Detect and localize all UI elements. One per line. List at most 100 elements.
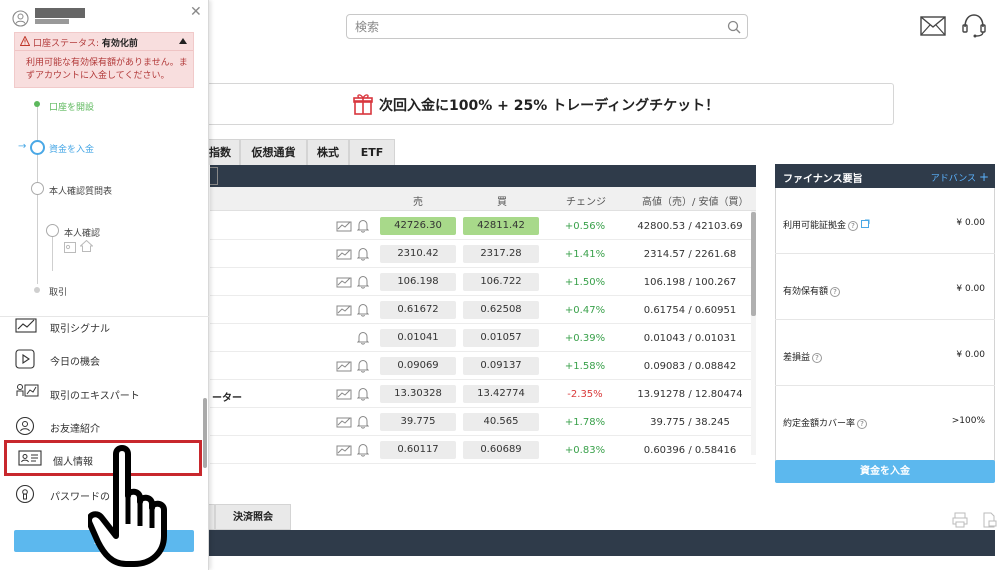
menu-referral[interactable]: お友達紹介 (0, 410, 200, 442)
chart-icon[interactable] (336, 388, 352, 403)
promo-banner[interactable]: 次回入金に100% + 25% トレーディングチケット！ (192, 83, 894, 125)
bell-icon[interactable] (356, 219, 370, 236)
sidebar-scrollbar[interactable] (203, 398, 207, 468)
high-low-value: 39.775 / 38.245 (650, 417, 730, 428)
table-row[interactable]: 0.09069 0.09137 +1.58% 0.09083 / 0.08842 (210, 352, 756, 380)
user-avatar-icon[interactable] (12, 10, 29, 31)
tab-label: 株式 (317, 146, 339, 159)
sell-price-button[interactable]: 42726.30 (380, 217, 456, 235)
bell-icon[interactable] (356, 331, 370, 348)
step-trade[interactable]: 取引 (49, 285, 67, 298)
account-status-alert: 口座ステータス: 有効化前 利用可能な有効保有額がありません。まずアカウントに入… (14, 32, 194, 88)
menu-today-opportunity[interactable]: 今日の機会 (0, 343, 200, 375)
step-open-account[interactable]: 口座を開設 (49, 100, 94, 113)
table-row[interactable]: 0.01041 0.01057 +0.39% 0.01043 / 0.01031 (210, 324, 756, 352)
sell-price-button[interactable]: 13.30328 (380, 385, 456, 403)
change-value: +0.56% (564, 221, 606, 232)
bell-icon[interactable] (356, 359, 370, 376)
username-redacted (35, 8, 85, 18)
bell-icon[interactable] (356, 247, 370, 264)
sell-price-button[interactable]: 0.09069 (380, 357, 456, 375)
tab-crypto[interactable]: 仮想通貨 (240, 139, 307, 165)
step-ring (46, 224, 59, 237)
chart-icon[interactable] (336, 416, 352, 431)
advanced-label: アドバンス (930, 174, 977, 184)
external-link-icon[interactable] (860, 219, 870, 231)
tab-stocks[interactable]: 株式 (307, 139, 349, 165)
id-document-icon (64, 238, 76, 257)
bell-icon[interactable] (356, 387, 370, 404)
step-current-ring (30, 140, 45, 155)
menu-label: お友達紹介 (50, 424, 100, 435)
tab-settlement[interactable]: 決済照会 (215, 504, 291, 530)
help-icon[interactable]: ? (812, 352, 823, 363)
table-row[interactable]: 42726.30 42811.42 +0.56% 42800.53 / 42103.6… (210, 212, 756, 240)
buy-price-button[interactable]: 2317.28 (463, 245, 539, 263)
chart-icon[interactable] (336, 360, 352, 375)
buy-price-button[interactable]: 42811.42 (463, 217, 539, 235)
sell-price-button[interactable]: 106.198 (380, 273, 456, 291)
bell-icon[interactable] (356, 443, 370, 460)
bell-icon[interactable] (356, 415, 370, 432)
table-row[interactable]: 106.198 106.722 +1.50% 106.198 / 100.267 (210, 268, 756, 296)
buy-price-button[interactable]: 13.42774 (463, 385, 539, 403)
chart-icon[interactable] (336, 248, 352, 263)
change-value: +1.78% (564, 417, 606, 428)
tab-label: 指数 (209, 146, 231, 159)
chart-icon[interactable] (336, 276, 352, 291)
table-row[interactable]: 0.60117 0.60689 +0.83% 0.60396 / 0.58416 (210, 436, 756, 464)
table-row[interactable]: 2310.42 2317.28 +1.41% 2314.57 / 2261.68 (210, 240, 756, 268)
search-box[interactable] (346, 14, 748, 39)
high-low-value: 0.09083 / 0.08842 (643, 361, 737, 372)
change-value: +0.39% (564, 333, 606, 344)
sell-price-button[interactable]: 2310.42 (380, 245, 456, 263)
search-input[interactable] (347, 15, 707, 38)
plus-icon: + (978, 170, 989, 184)
tab-etf[interactable]: ETF (349, 139, 395, 165)
play-icon (15, 349, 37, 372)
buy-price-button[interactable]: 0.60689 (463, 441, 539, 459)
buy-price-button[interactable]: 0.62508 (463, 301, 539, 319)
table-row[interactable]: 0.61672 0.62508 +0.47% 0.61754 / 0.60951 (210, 296, 756, 324)
buy-price-button[interactable]: 0.01057 (463, 329, 539, 347)
table-row[interactable]: 39.775 40.565 +1.78% 39.775 / 38.245 (210, 408, 756, 436)
buy-price-button[interactable]: 106.722 (463, 273, 539, 291)
buy-price-button[interactable]: 40.565 (463, 413, 539, 431)
bell-icon[interactable] (356, 303, 370, 320)
support-headset-icon[interactable] (960, 13, 988, 43)
buy-price-button[interactable]: 0.09137 (463, 357, 539, 375)
sell-price-button[interactable]: 0.01041 (380, 329, 456, 347)
step-deposit[interactable]: 資金を入金 (49, 142, 94, 155)
close-icon[interactable]: ✕ (190, 4, 202, 20)
help-icon[interactable]: ? (830, 286, 841, 297)
dropdown-edge[interactable] (210, 167, 218, 185)
menu-trading-expert[interactable]: 取引のエキスパート (0, 377, 200, 409)
alert-header[interactable]: 口座ステータス: 有効化前 (15, 33, 193, 51)
chart-icon[interactable] (336, 304, 352, 319)
menu-trading-signals[interactable]: 取引シグナル (0, 310, 200, 342)
change-value: -2.35% (567, 389, 603, 400)
substep-line (52, 237, 53, 271)
table-row[interactable]: ーター 13.30328 13.42774 -2.35% 13.91278 / 12.8… (210, 380, 756, 408)
sell-price-button[interactable]: 0.61672 (380, 301, 456, 319)
collapse-caret-icon[interactable] (179, 38, 187, 44)
finance-label: 有効保有額 (783, 287, 829, 297)
arrow-right-icon: → (18, 141, 27, 152)
chart-icon[interactable] (336, 444, 352, 459)
bell-icon[interactable] (356, 275, 370, 292)
help-icon[interactable]: ? (848, 220, 859, 231)
positions-header-bar (209, 530, 995, 556)
sell-price-button[interactable]: 39.775 (380, 413, 456, 431)
alert-title: 口座ステータス: (33, 39, 102, 49)
menu-label: 個人情報 (53, 457, 93, 468)
chart-icon[interactable] (336, 220, 352, 235)
help-icon[interactable]: ? (857, 418, 868, 429)
search-icon[interactable] (727, 19, 741, 38)
table-scrollbar-thumb[interactable] (751, 212, 756, 316)
step-questionnaire[interactable]: 本人確認質問表 (49, 184, 112, 197)
advanced-link[interactable]: アドバンス + (931, 170, 989, 184)
mail-icon[interactable] (920, 16, 946, 40)
alert-status: 有効化前 (101, 39, 138, 49)
sell-price-button[interactable]: 0.60117 (380, 441, 456, 459)
deposit-button[interactable]: 資金を入金 (775, 460, 995, 483)
